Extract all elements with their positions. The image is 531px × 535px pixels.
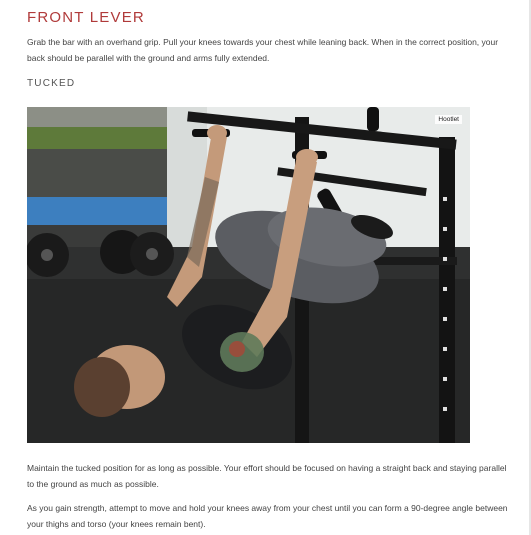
body-paragraph-2: As you gain strength, attempt to move an… bbox=[27, 503, 508, 529]
exercise-photo: Hootlet bbox=[27, 107, 470, 443]
article: FRONT LEVER Grab the bar with an overhan… bbox=[0, 0, 531, 535]
photo-watermark: Hootlet bbox=[435, 115, 462, 124]
photo-illustration bbox=[27, 107, 470, 443]
section-title: TUCKED bbox=[27, 78, 76, 89]
intro-paragraph: Grab the bar with an overhand grip. Pull… bbox=[27, 37, 499, 63]
page-title: FRONT LEVER bbox=[27, 9, 145, 26]
body-paragraph-1: Maintain the tucked position for as long… bbox=[27, 463, 507, 489]
